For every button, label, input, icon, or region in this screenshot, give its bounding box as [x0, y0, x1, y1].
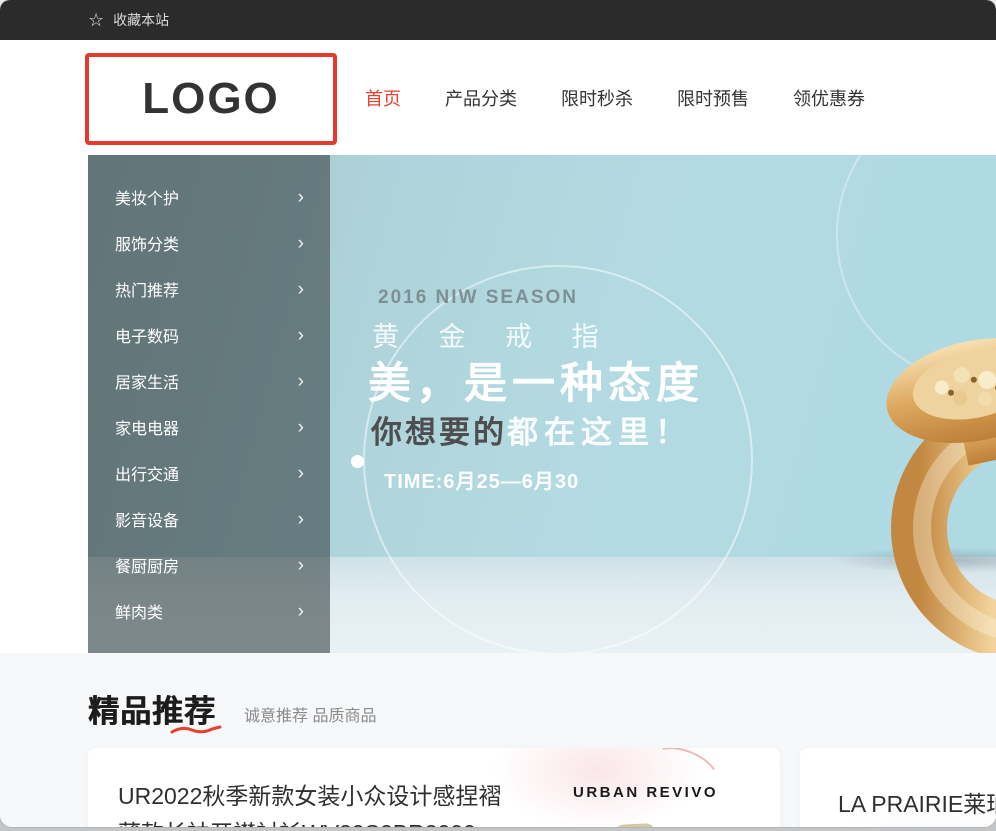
- chevron-right-icon: ›: [298, 234, 304, 253]
- brand-logo-text: URBAN REVIVO: [573, 784, 718, 801]
- category-menu: 美妆个护 › 服饰分类 › 热门推荐 › 电子数码 › 居家生活 › 家电电器 …: [88, 155, 330, 653]
- browser-page: ☆ 收藏本站 LOGO 首页 产品分类 限时秒杀 限时预售 领优惠券 2016 …: [0, 0, 996, 827]
- product-card-urban-revivo[interactable]: UR2022秋季新款女装小众设计感捏褶 薄款长袖开襟衬衫WV29S2BR2000…: [88, 748, 780, 827]
- product-price: ¥...: [840, 826, 869, 827]
- product-card-la-prairie[interactable]: LA PRAIRIE莱珀 ¥...: [800, 748, 996, 827]
- site-header: LOGO 首页 产品分类 限时秒杀 限时预售 领优惠券: [0, 40, 996, 155]
- nav-item-home[interactable]: 首页: [365, 85, 401, 111]
- category-item-digital[interactable]: 电子数码 ›: [88, 312, 330, 358]
- chevron-right-icon: ›: [298, 418, 304, 437]
- category-item-fresh-meat[interactable]: 鲜肉类 ›: [88, 588, 330, 634]
- chevron-right-icon: ›: [298, 326, 304, 345]
- category-item-apparel[interactable]: 服饰分类 ›: [88, 220, 330, 266]
- nav-item-presale[interactable]: 限时预售: [677, 85, 749, 111]
- category-item-appliances[interactable]: 家电电器 ›: [88, 404, 330, 450]
- gold-ring-image: [814, 333, 996, 653]
- banner-time-text: TIME:6月25—6月30: [384, 465, 579, 494]
- recommend-header: 精品推荐 诚意推荐 品质商品: [88, 653, 996, 731]
- recommend-section: 精品推荐 诚意推荐 品质商品 UR2022秋季新款女装小众设计感捏褶 薄款长袖开…: [0, 653, 996, 827]
- category-item-home-life[interactable]: 居家生活 ›: [88, 358, 330, 404]
- banner-tagline-light: 都在这里！: [507, 415, 692, 450]
- chevron-right-icon: ›: [298, 188, 304, 207]
- recommend-subtitle: 诚意推荐 品质商品: [244, 702, 376, 726]
- logo-text: LOGO: [142, 74, 280, 124]
- nav-item-coupons[interactable]: 领优惠券: [793, 85, 865, 111]
- chevron-right-icon: ›: [298, 602, 304, 621]
- chevron-right-icon: ›: [298, 556, 304, 575]
- product-card-row: UR2022秋季新款女装小众设计感捏褶 薄款长袖开襟衬衫WV29S2BR2000…: [88, 748, 996, 827]
- banner-tagline: 你想要的都在这里！: [371, 407, 692, 452]
- top-utility-bar: ☆ 收藏本站: [0, 0, 996, 40]
- hero-banner[interactable]: 2016 NIW SEASON 黄 金 戒 指 美，是一种态度 你想要的都在这里…: [88, 155, 996, 653]
- chevron-right-icon: ›: [298, 510, 304, 529]
- chevron-right-icon: ›: [298, 464, 304, 483]
- banner-headline: 美，是一种态度: [368, 349, 704, 411]
- banner-tagline-dark: 你想要的: [371, 415, 507, 450]
- favorite-site-link[interactable]: 收藏本站: [113, 10, 169, 30]
- category-item-kitchen[interactable]: 餐厨厨房 ›: [88, 542, 330, 588]
- red-underline-swoosh: [170, 725, 222, 735]
- category-item-beauty[interactable]: 美妆个护 ›: [88, 174, 330, 220]
- category-item-hot[interactable]: 热门推荐 ›: [88, 266, 330, 312]
- banner-season-text: 2016 NIW SEASON: [378, 287, 578, 309]
- chevron-right-icon: ›: [298, 280, 304, 299]
- recommend-title: 精品推荐: [88, 686, 216, 731]
- nav-item-flash-sale[interactable]: 限时秒杀: [561, 85, 633, 111]
- chevron-right-icon: ›: [298, 372, 304, 391]
- nav-item-categories[interactable]: 产品分类: [445, 85, 517, 111]
- star-icon: ☆: [88, 11, 104, 29]
- product-title: LA PRAIRIE莱珀: [838, 786, 996, 823]
- decor-dot: [351, 455, 364, 468]
- main-nav: 首页 产品分类 限时秒杀 限时预售 领优惠券: [365, 40, 865, 155]
- category-item-travel[interactable]: 出行交通 ›: [88, 450, 330, 496]
- category-item-audio-video[interactable]: 影音设备 ›: [88, 496, 330, 542]
- logo[interactable]: LOGO: [85, 53, 337, 145]
